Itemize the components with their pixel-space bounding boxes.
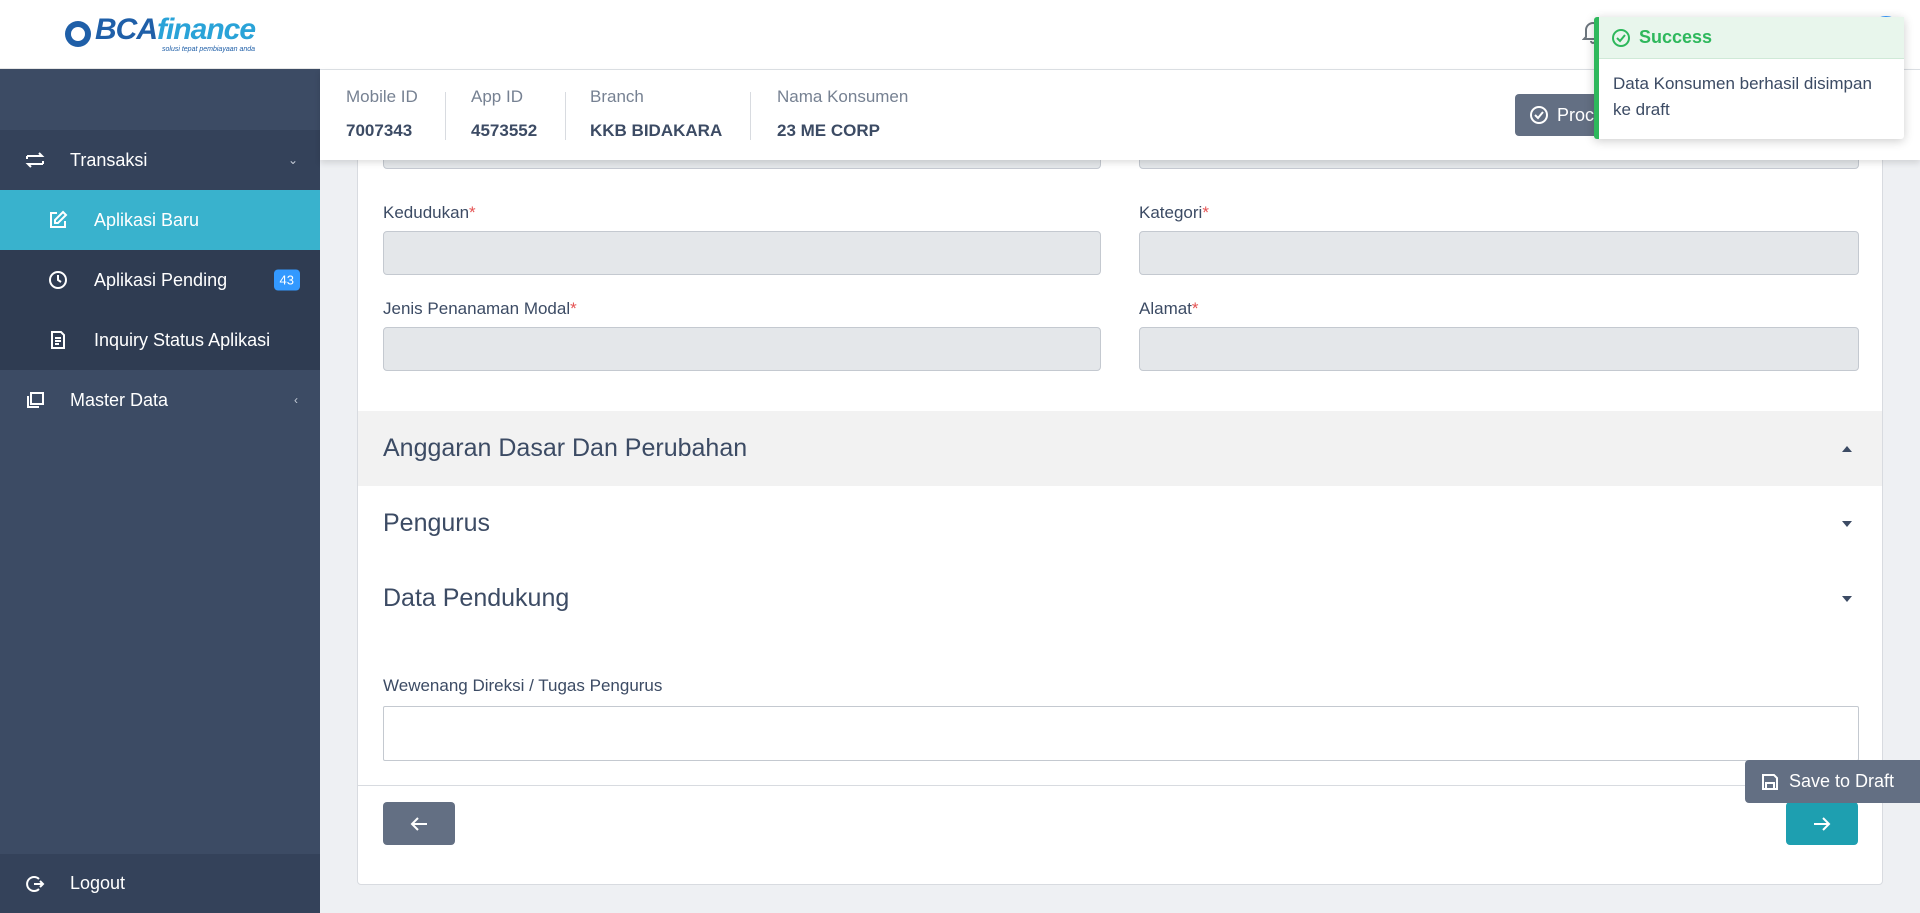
sidebar-item-transaksi[interactable]: Transaksi ⌄ — [0, 130, 320, 190]
sidebar-item-label: Transaksi — [70, 149, 148, 170]
sidebar-menu: Transaksi ⌄ Aplikasi Baru Aplikasi Pendi… — [0, 130, 320, 430]
section-anggaran-dasar[interactable]: Anggaran Dasar Dan Perubahan — [358, 411, 1882, 486]
arrow-right-icon — [1814, 816, 1831, 831]
kedudukan-input[interactable] — [383, 231, 1101, 275]
save-to-draft-label: Save to Draft — [1789, 771, 1895, 791]
nama-konsumen-info: Nama Konsumen 23 ME CORP — [777, 87, 908, 141]
chevron-down-icon: ⌄ — [287, 153, 298, 167]
jenis-penanaman-modal-input[interactable] — [383, 327, 1101, 371]
edit-icon — [46, 208, 70, 232]
logout-button[interactable]: Logout — [0, 854, 320, 913]
toast-header: Success — [1599, 17, 1904, 59]
mobile-id-label: Mobile ID — [346, 87, 418, 106]
success-toast[interactable]: Success Data Konsumen berhasil disimpan … — [1594, 17, 1904, 139]
save-to-draft-button[interactable]: Save to Draft — [1745, 760, 1920, 803]
app-id-label: App ID — [471, 87, 523, 106]
sidebar-item-label: Inquiry Status Aplikasi — [94, 329, 271, 350]
sidebar-item-label: Master Data — [70, 389, 169, 410]
check-circle-icon — [1529, 105, 1549, 125]
bca-finance-logo[interactable]: BCAfinance solusi tepat pembiayaan anda — [64, 13, 256, 53]
alamat-input[interactable] — [1139, 327, 1859, 371]
mobile-id-value: 7007343 — [346, 121, 413, 140]
save-icon — [1761, 773, 1779, 791]
check-circle-icon — [1611, 28, 1631, 48]
wewenang-textarea[interactable] — [383, 706, 1859, 761]
wewenang-label: Wewenang Direksi / Tugas Pengurus — [383, 676, 663, 695]
section-title: Data Pendukung — [383, 584, 570, 612]
toast-message: Data Konsumen berhasil disimpan ke draft — [1613, 74, 1872, 119]
logo-tagline: solusi tepat pembiayaan anda — [162, 46, 256, 53]
caret-down-icon — [1842, 595, 1852, 602]
kategori-label: Kategori* — [1139, 203, 1209, 222]
form-card: Kedudukan* Kategori* Jenis Penanaman Mod… — [357, 131, 1883, 885]
chevron-left-icon: ‹ — [294, 393, 298, 407]
sidebar-item-label: Aplikasi Pending — [94, 269, 228, 290]
sidebar-item-master-data[interactable]: Master Data ‹ — [0, 370, 320, 430]
sidebar-item-inquiry-status[interactable]: Inquiry Status Aplikasi — [0, 310, 320, 370]
nama-konsumen-label: Nama Konsumen — [777, 87, 909, 106]
kedudukan-label: Kedudukan* — [383, 203, 476, 222]
next-button[interactable] — [1786, 802, 1858, 845]
back-button[interactable] — [383, 802, 455, 845]
swap-arrows-icon — [22, 147, 48, 173]
section-data-pendukung[interactable]: Data Pendukung — [358, 561, 1882, 636]
logo-area: BCAfinance solusi tepat pembiayaan anda — [0, 0, 320, 69]
logout-icon — [22, 871, 48, 897]
clock-icon — [46, 268, 70, 292]
branch-info: Branch KKB BIDAKARA — [590, 87, 722, 141]
branch-label: Branch — [590, 87, 644, 106]
sidebar-item-label: Aplikasi Baru — [94, 209, 200, 230]
section-title: Pengurus — [383, 509, 491, 537]
app-id-info: App ID 4573552 — [471, 87, 537, 141]
jenis-penanaman-modal-label: Jenis Penanaman Modal* — [383, 299, 577, 318]
transaksi-submenu: Aplikasi Baru Aplikasi Pending 43 Inquir… — [0, 190, 320, 370]
sidebar: BCAfinance solusi tepat pembiayaan anda … — [0, 0, 320, 913]
toast-title: Success — [1639, 27, 1713, 47]
section-pengurus[interactable]: Pengurus — [358, 486, 1882, 561]
mobile-id-info: Mobile ID 7007343 — [346, 87, 418, 141]
section-title: Anggaran Dasar Dan Perubahan — [383, 434, 748, 462]
logo-wordmark: BCAfinance — [94, 13, 256, 46]
kategori-input[interactable] — [1139, 231, 1859, 275]
caret-up-icon — [1842, 445, 1852, 452]
nama-konsumen-value: 23 ME CORP — [777, 121, 880, 140]
sidebar-item-aplikasi-baru[interactable]: Aplikasi Baru — [0, 190, 320, 250]
app-id-value: 4573552 — [471, 121, 538, 140]
caret-down-icon — [1842, 520, 1852, 527]
copy-icon — [22, 387, 48, 413]
alamat-label: Alamat* — [1139, 299, 1199, 318]
logout-label: Logout — [70, 873, 126, 893]
branch-value: KKB BIDAKARA — [590, 121, 723, 140]
arrow-left-icon — [410, 816, 427, 831]
document-list-icon — [46, 328, 70, 352]
sidebar-item-aplikasi-pending[interactable]: Aplikasi Pending 43 — [0, 250, 320, 310]
card-footer-divider — [358, 785, 1882, 786]
pending-count-badge: 43 — [273, 269, 300, 291]
logo-mark-icon — [64, 21, 91, 47]
